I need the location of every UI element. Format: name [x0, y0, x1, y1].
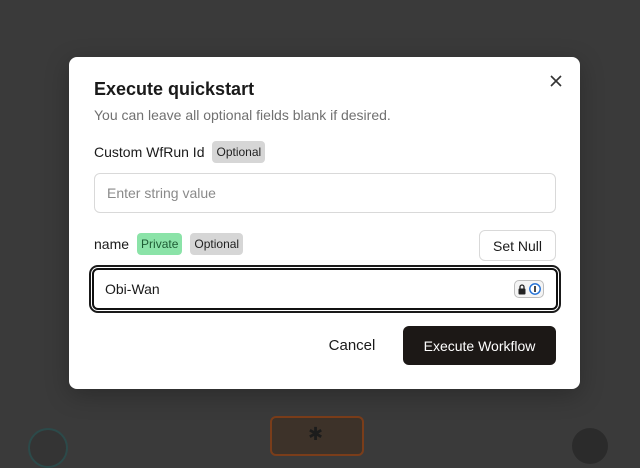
- cancel-button[interactable]: Cancel: [318, 326, 386, 364]
- close-button[interactable]: [547, 72, 565, 90]
- dialog-title: Execute quickstart: [94, 79, 255, 99]
- password-manager-icon[interactable]: [514, 280, 544, 298]
- custom-wfrun-id-label-row: Custom WfRun Id Optional: [94, 141, 273, 163]
- optional-badge: Optional: [190, 233, 244, 255]
- custom-wfrun-id-input[interactable]: [94, 173, 556, 213]
- close-icon: [550, 75, 562, 87]
- dialog-subtitle: You can leave all optional fields blank …: [94, 107, 391, 123]
- set-null-button[interactable]: Set Null: [479, 230, 556, 261]
- name-label: name: [94, 236, 130, 252]
- optional-badge: Optional: [212, 141, 266, 163]
- name-label-row: name Private Optional: [94, 233, 251, 255]
- workflow-task-node: ✱: [270, 416, 364, 456]
- execute-dialog: Execute quickstart You can leave all opt…: [69, 57, 580, 389]
- private-badge: Private: [137, 233, 183, 255]
- workflow-exit-node: [572, 428, 608, 464]
- name-input[interactable]: [92, 268, 558, 310]
- workflow-entrypoint-node: [28, 428, 68, 468]
- execute-workflow-button[interactable]: Execute Workflow: [403, 326, 556, 365]
- gear-icon: ✱: [308, 424, 324, 444]
- custom-wfrun-id-label: Custom WfRun Id: [94, 144, 205, 160]
